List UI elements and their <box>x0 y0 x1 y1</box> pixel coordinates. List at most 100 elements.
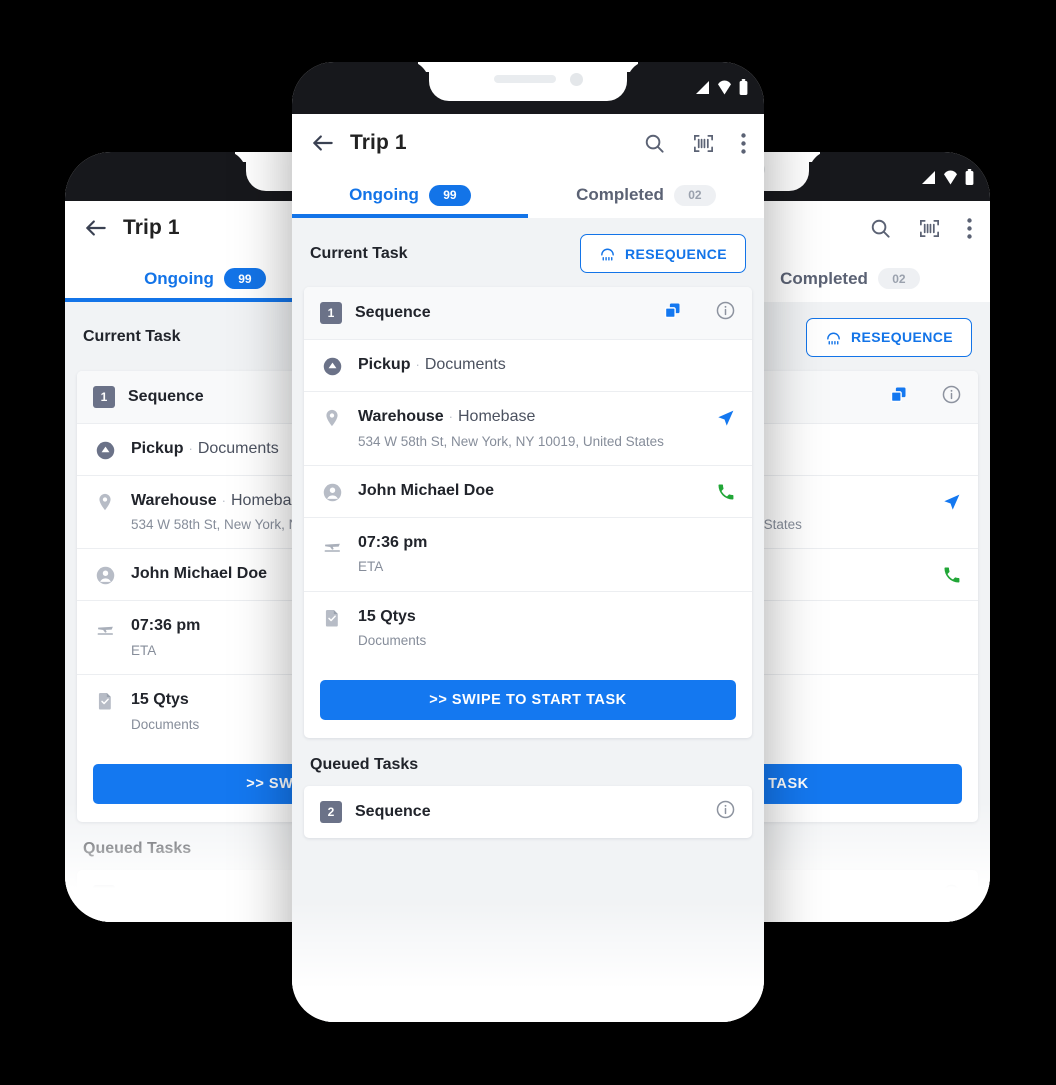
front-camera-dot <box>570 73 583 86</box>
person-icon <box>93 563 117 586</box>
pickup-detail: Documents <box>424 356 506 373</box>
tab-ongoing[interactable]: Ongoing 99 <box>292 172 528 218</box>
location-pin-icon <box>320 406 344 428</box>
warehouse-address: 534 W 58th St, New York, NY 10019, Unite… <box>358 433 664 449</box>
navigate-icon[interactable] <box>941 490 962 513</box>
resequence-icon <box>601 248 614 261</box>
task-row-pickup: Pickup · Documents <box>304 339 752 391</box>
system-icons <box>693 78 748 100</box>
signal-bars-icon <box>919 170 936 190</box>
arrow-left-icon[interactable] <box>83 215 109 241</box>
task-row-text: Warehouse · Homebase <box>358 406 701 428</box>
arrow-left-icon[interactable] <box>310 130 336 156</box>
resequence-icon <box>827 332 840 345</box>
contact-name: John Michael Doe <box>358 481 495 499</box>
current-task-header: Current Task RESEQUENCE <box>292 218 764 287</box>
overflow-menu-icon[interactable] <box>741 132 746 154</box>
info-icon[interactable] <box>715 300 736 326</box>
resequence-button[interactable]: RESEQUENCE <box>805 317 972 357</box>
separator: · <box>188 440 193 456</box>
queued-tasks-title: Queued Tasks <box>310 756 419 774</box>
app-bar-actions <box>643 132 746 155</box>
tab-completed-label: Completed <box>576 185 664 204</box>
search-icon[interactable] <box>869 217 892 240</box>
queued-sequence-label: Sequence <box>128 887 204 904</box>
current-task-title: Current Task <box>83 328 181 346</box>
contact-name: John Michael Doe <box>131 565 268 583</box>
wifi-icon <box>717 79 732 100</box>
queued-task-card[interactable]: 2 Sequence <box>304 786 752 839</box>
tab-ongoing-label: Ongoing <box>349 185 419 204</box>
sequence-number-chip: 1 <box>320 302 342 324</box>
composition-stage: Trip 1 Ongoing 99 Completed 02 Current T… <box>0 0 1056 1085</box>
sequence-number-chip: 1 <box>93 385 115 408</box>
tab-completed-badge: 02 <box>673 184 716 206</box>
card-header-actions <box>662 300 736 326</box>
task-row-text: 15 Qtys <box>358 606 736 628</box>
task-row-contact: John Michael Doe <box>304 464 752 517</box>
tab-ongoing-badge: 99 <box>223 268 266 290</box>
eta-time: 07:36 pm <box>358 533 428 551</box>
barcode-scan-icon[interactable] <box>918 217 941 240</box>
queued-task-row[interactable]: 2 Sequence <box>304 786 752 838</box>
current-task-card: 1 Sequence <box>304 287 752 739</box>
system-icons <box>919 168 974 190</box>
separator: · <box>221 492 226 508</box>
eta-plane-icon <box>93 615 117 638</box>
tab-indicator <box>292 214 528 218</box>
app-bar: Trip 1 <box>292 114 764 172</box>
signal-bars-icon <box>693 80 710 100</box>
task-row-text: Pickup · Documents <box>358 354 736 376</box>
tab-completed[interactable]: Completed 02 <box>528 172 764 218</box>
info-icon[interactable] <box>715 799 736 825</box>
resequence-button[interactable]: RESEQUENCE <box>579 234 746 273</box>
navigate-icon[interactable] <box>715 406 736 429</box>
foreground-phone: Trip 1 Ongoing 99 Completed 02 Current T… <box>292 62 764 1022</box>
info-icon[interactable] <box>941 883 962 909</box>
sequence-label: Sequence <box>128 387 204 405</box>
barcode-scan-icon[interactable] <box>692 132 715 155</box>
screen-body: Current Task RESEQUENCE 1 Sequence <box>292 218 764 1022</box>
phone-call-icon[interactable] <box>716 480 736 502</box>
search-icon[interactable] <box>643 132 666 155</box>
eta-time: 07:36 pm <box>131 617 201 635</box>
pickup-title: Pickup <box>131 439 184 457</box>
earpiece-speaker <box>494 75 556 83</box>
sequence-label: Sequence <box>355 304 431 321</box>
separator: · <box>415 357 420 372</box>
queued-sequence-chip: 2 <box>93 885 115 907</box>
queued-sequence-label: Sequence <box>355 803 431 821</box>
phone-notch <box>429 62 627 101</box>
task-row-eta: 07:36 pm ETA <box>304 516 752 591</box>
page-title: Trip 1 <box>350 131 407 154</box>
copy-icon[interactable] <box>888 384 909 410</box>
wifi-icon <box>943 169 958 190</box>
task-row-qty: 15 Qtys Documents <box>304 590 752 665</box>
document-check-icon <box>320 606 344 627</box>
resequence-label: RESEQUENCE <box>850 329 953 346</box>
page-title: Trip 1 <box>123 216 180 240</box>
phone-call-icon[interactable] <box>942 563 962 585</box>
task-row-text: John Michael Doe <box>358 480 702 502</box>
tab-ongoing-badge: 99 <box>428 184 471 206</box>
task-row-text: 07:36 pm <box>358 532 736 554</box>
pickup-icon <box>93 438 117 461</box>
tab-completed-badge: 02 <box>877 268 920 290</box>
swipe-area: >> SWIPE TO START TASK <box>304 664 752 738</box>
status-bar <box>292 62 764 114</box>
warehouse-title: Warehouse <box>131 491 217 509</box>
pickup-title: Pickup <box>358 356 411 373</box>
queued-sequence-chip: 2 <box>320 801 342 824</box>
tab-bar: Ongoing 99 Completed 02 <box>292 172 764 218</box>
pickup-icon <box>320 354 344 377</box>
info-icon[interactable] <box>941 384 962 410</box>
separator: · <box>448 409 453 424</box>
tab-ongoing-label: Ongoing <box>144 268 214 288</box>
eta-plane-icon <box>320 532 344 555</box>
swipe-label: >> SWIPE TO START TASK <box>429 692 627 709</box>
warehouse-title: Warehouse <box>358 408 444 425</box>
swipe-to-start-task-button[interactable]: >> SWIPE TO START TASK <box>320 680 736 721</box>
qty-value: 15 Qtys <box>358 607 416 625</box>
overflow-menu-icon[interactable] <box>967 218 972 239</box>
copy-icon[interactable] <box>662 300 683 326</box>
